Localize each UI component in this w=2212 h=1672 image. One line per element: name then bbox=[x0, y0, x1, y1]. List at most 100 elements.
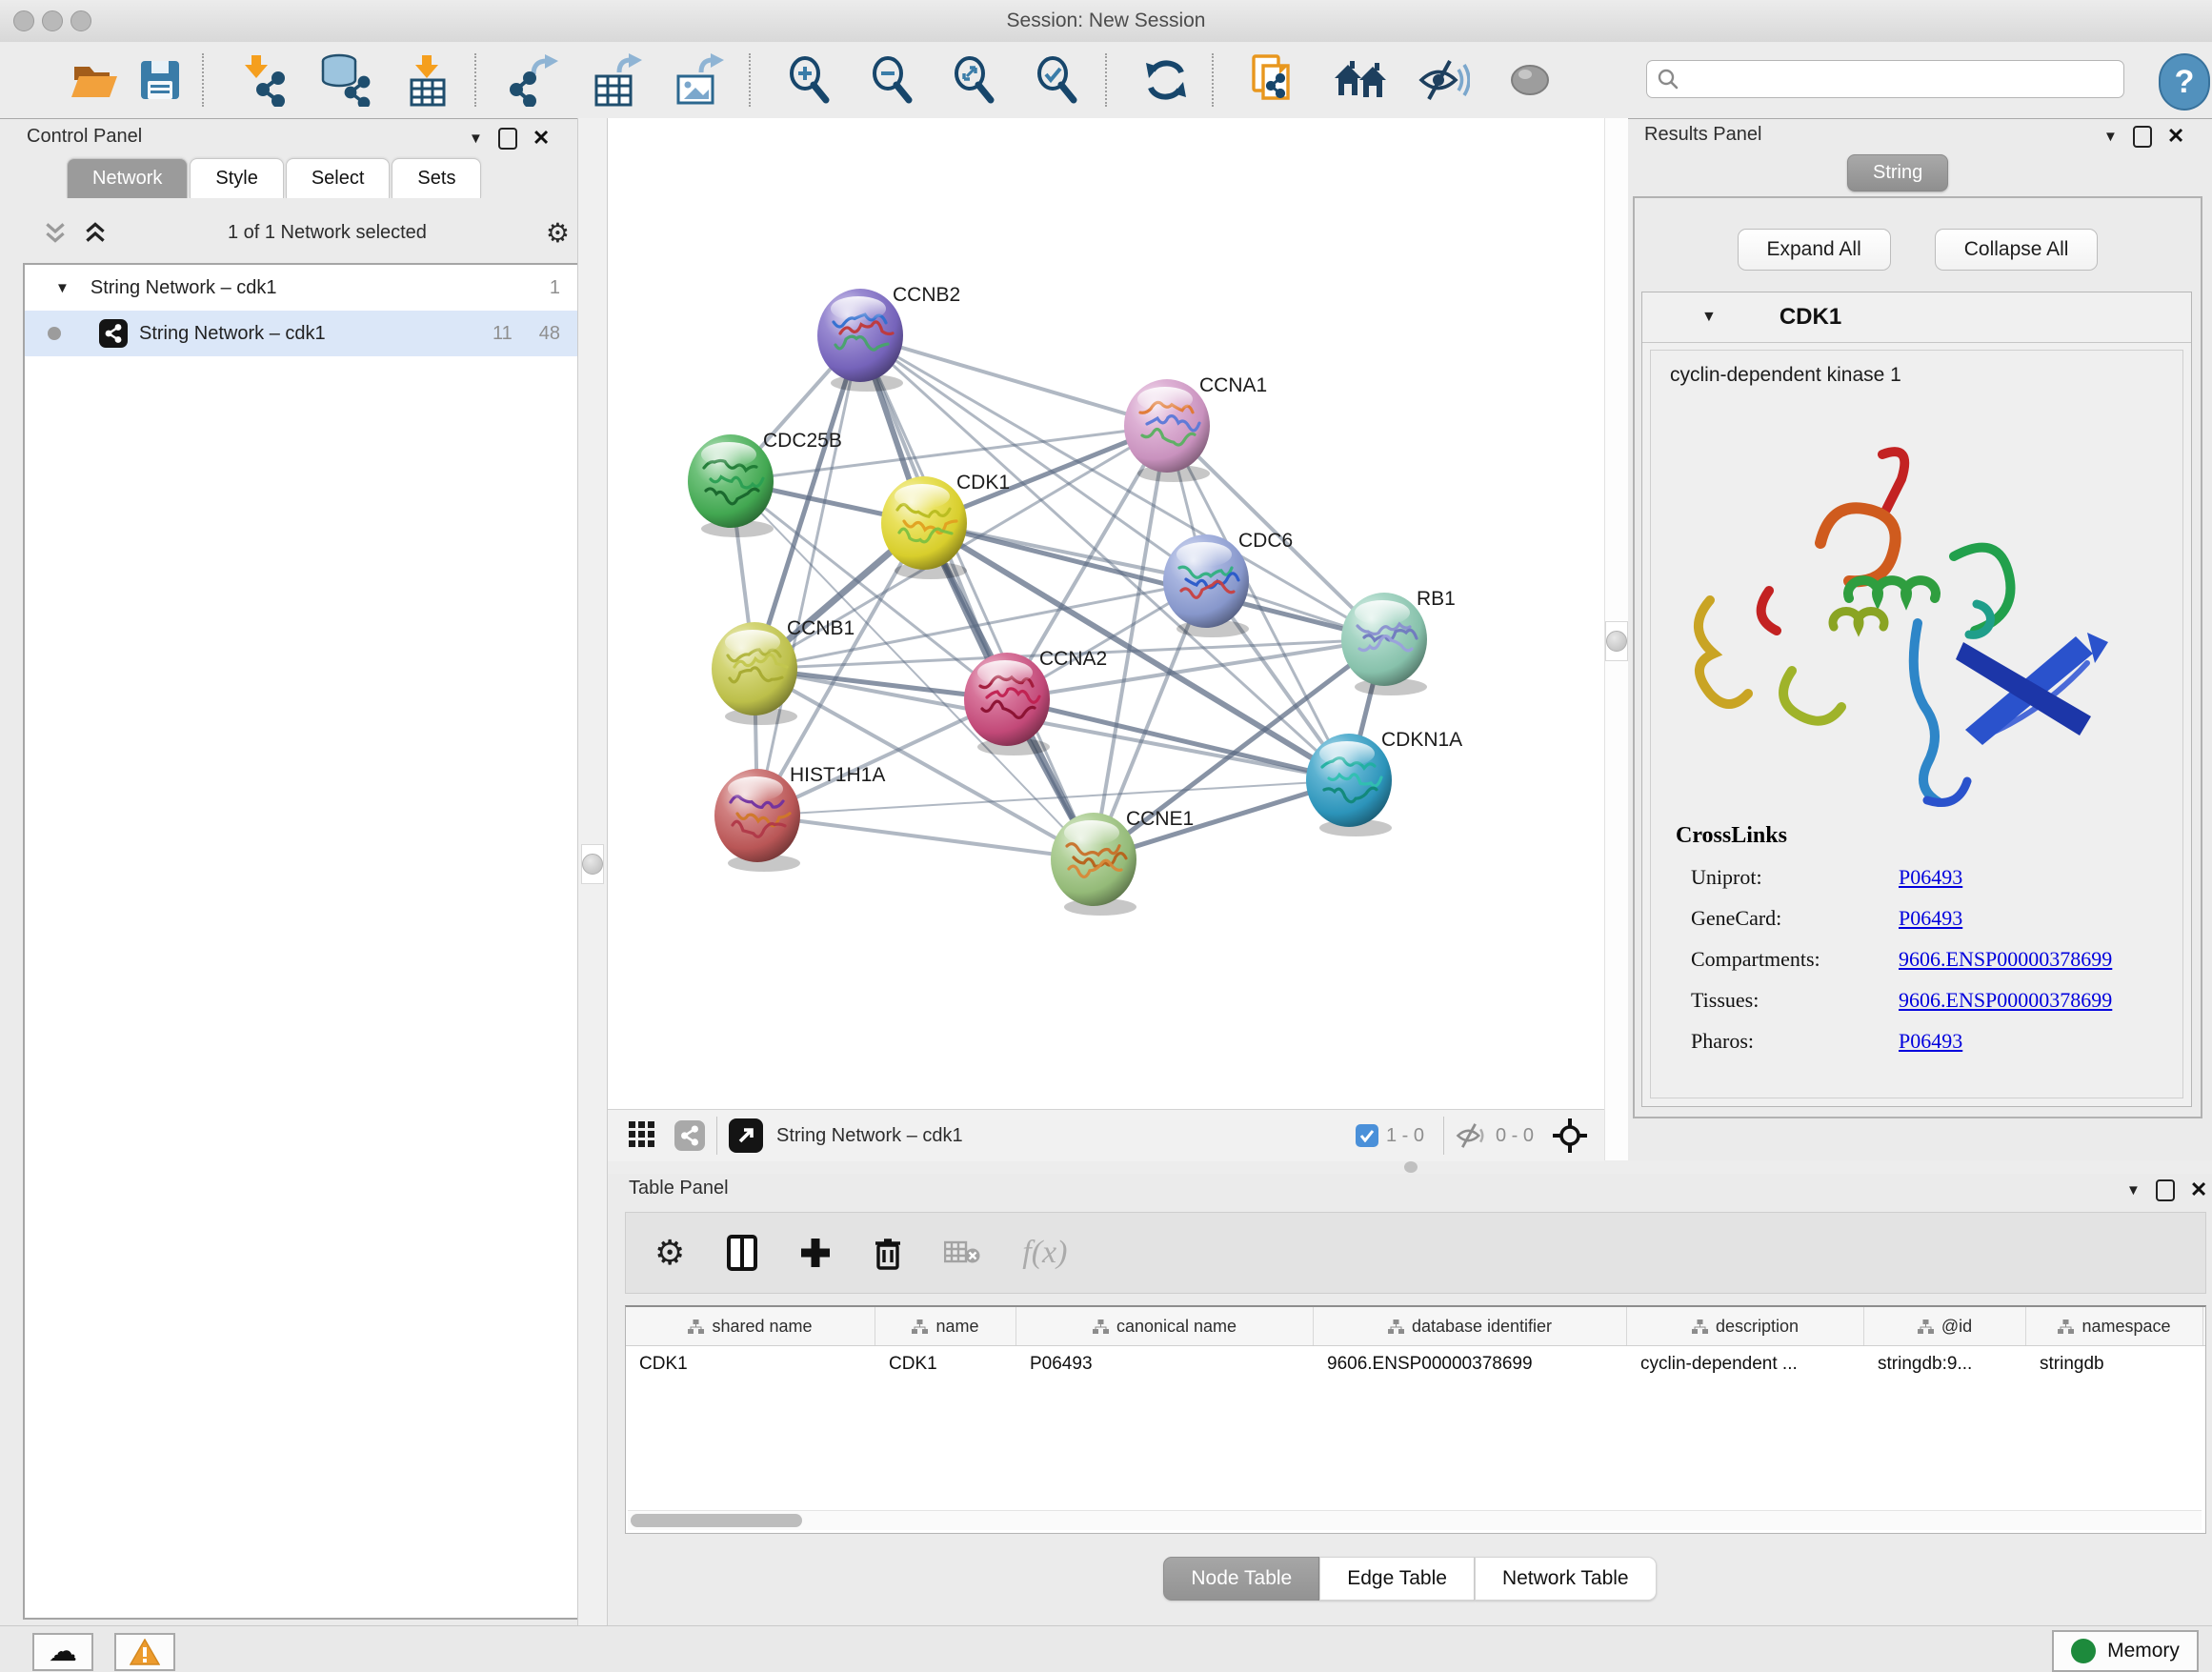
export-table-button[interactable] bbox=[589, 51, 646, 109]
node-CDC25B[interactable]: CDC25B bbox=[688, 430, 842, 537]
column-header--id[interactable]: @id bbox=[1864, 1307, 2026, 1345]
detach-view-icon[interactable] bbox=[729, 1118, 763, 1153]
table-options-gear-icon[interactable]: ⚙ bbox=[654, 1233, 685, 1273]
zoom-fit-button[interactable] bbox=[946, 51, 1003, 109]
expand-all-button[interactable]: Expand All bbox=[1738, 229, 1891, 271]
tab-edge-table[interactable]: Edge Table bbox=[1319, 1557, 1475, 1601]
splitter-handle[interactable] bbox=[581, 844, 604, 884]
panel-collapse-icon[interactable]: ▼ bbox=[469, 131, 483, 147]
tab-network-table[interactable]: Network Table bbox=[1475, 1557, 1657, 1601]
crosslink-link[interactable]: P06493 bbox=[1899, 1029, 1962, 1054]
tree-expand-icon[interactable]: ▼ bbox=[55, 280, 70, 296]
export-network-button[interactable] bbox=[507, 51, 564, 109]
panel-close-icon[interactable]: ✕ bbox=[2190, 1178, 2207, 1202]
node-HIST1H1A[interactable]: HIST1H1A bbox=[714, 764, 885, 872]
open-session-button[interactable] bbox=[67, 51, 124, 109]
selected-checkbox[interactable] bbox=[1356, 1124, 1378, 1147]
table-cell[interactable]: CDK1 bbox=[626, 1346, 875, 1382]
column-header-database-identifier[interactable]: database identifier bbox=[1314, 1307, 1627, 1345]
vertical-splitter-right[interactable] bbox=[1604, 118, 1628, 1160]
network-row-selected[interactable]: String Network – cdk1 11 48 bbox=[25, 311, 581, 356]
grid-view-icon[interactable] bbox=[629, 1121, 657, 1150]
tab-string[interactable]: String bbox=[1847, 154, 1948, 191]
panel-float-icon[interactable] bbox=[2156, 1179, 2175, 1201]
panel-float-icon[interactable] bbox=[2133, 126, 2152, 148]
scrollbar-thumb[interactable] bbox=[631, 1514, 802, 1527]
crosslink-link[interactable]: 9606.ENSP00000378699 bbox=[1899, 947, 2112, 972]
section-collapse-icon[interactable]: ▼ bbox=[1701, 309, 1717, 326]
collapse-all-button[interactable]: Collapse All bbox=[1935, 229, 2099, 271]
panel-collapse-icon[interactable]: ▼ bbox=[2126, 1182, 2141, 1199]
panel-float-icon[interactable] bbox=[498, 128, 517, 150]
node-CDKN1A[interactable]: CDKN1A bbox=[1306, 729, 1462, 836]
table-cell[interactable]: stringdb:9... bbox=[1864, 1346, 2026, 1382]
table-cell[interactable]: CDK1 bbox=[875, 1346, 1016, 1382]
column-header-namespace[interactable]: namespace bbox=[2026, 1307, 2203, 1345]
splitter-handle[interactable] bbox=[1605, 621, 1628, 661]
save-session-button[interactable] bbox=[131, 51, 189, 109]
import-table-file-button[interactable] bbox=[400, 51, 457, 109]
show-columns-icon[interactable] bbox=[727, 1235, 757, 1271]
crosslink-link[interactable]: P06493 bbox=[1899, 865, 1962, 890]
add-column-icon[interactable] bbox=[799, 1237, 832, 1269]
apply-layout-button[interactable] bbox=[1137, 51, 1195, 109]
edge-CCNB2-CCNE1[interactable] bbox=[860, 335, 1094, 859]
panel-close-icon[interactable]: ✕ bbox=[533, 126, 550, 151]
gene-section-header[interactable]: ▼ CDK1 bbox=[1642, 292, 2191, 343]
zoom-selected-button[interactable] bbox=[1029, 51, 1086, 109]
memory-button[interactable]: Memory bbox=[2052, 1630, 2199, 1672]
tab-sets[interactable]: Sets bbox=[392, 158, 481, 198]
table-cell[interactable]: stringdb bbox=[2026, 1346, 2203, 1382]
show-details-button[interactable] bbox=[1501, 51, 1558, 109]
vertical-splitter-left[interactable] bbox=[577, 118, 608, 1625]
delete-column-icon[interactable] bbox=[874, 1236, 902, 1270]
collapse-all-networks-icon[interactable] bbox=[42, 219, 69, 246]
crosslink-link[interactable]: 9606.ENSP00000378699 bbox=[1899, 988, 2112, 1013]
tab-network[interactable]: Network bbox=[67, 158, 188, 198]
table-cell[interactable]: cyclin-dependent ... bbox=[1627, 1346, 1864, 1382]
splitter-handle[interactable] bbox=[1404, 1161, 1418, 1173]
crosslink-link[interactable]: P06493 bbox=[1899, 906, 1962, 931]
node-CCNB1[interactable]: CCNB1 bbox=[712, 617, 855, 725]
expand-all-networks-icon[interactable] bbox=[82, 219, 109, 246]
column-header-name[interactable]: name bbox=[875, 1307, 1016, 1345]
duplicate-network-button[interactable] bbox=[1246, 51, 1303, 109]
search-box[interactable] bbox=[1646, 60, 2124, 98]
warnings-button[interactable] bbox=[114, 1633, 175, 1671]
export-image-button[interactable] bbox=[671, 51, 728, 109]
column-header-canonical-name[interactable]: canonical name bbox=[1016, 1307, 1314, 1345]
import-network-database-button[interactable] bbox=[316, 51, 373, 109]
table-cell[interactable]: 9606.ENSP00000378699 bbox=[1314, 1346, 1627, 1382]
help-button[interactable]: ? bbox=[2159, 53, 2210, 111]
zoom-out-button[interactable] bbox=[864, 51, 921, 109]
tab-node-table[interactable]: Node Table bbox=[1163, 1557, 1319, 1601]
edge-CCNB2-CCNA1[interactable] bbox=[860, 335, 1167, 426]
panel-collapse-icon[interactable]: ▼ bbox=[2103, 129, 2118, 145]
edge-CCNB2-HIST1H1A[interactable] bbox=[757, 335, 860, 816]
import-network-file-button[interactable] bbox=[234, 51, 292, 109]
hidden-eye-icon[interactable] bbox=[1456, 1122, 1488, 1149]
network-options-gear-icon[interactable]: ⚙ bbox=[546, 217, 570, 249]
string-network-graph[interactable]: CCNB2CCNA1CDC25BCDK1CDC6RB1CCNB1CCNA2CDK… bbox=[608, 118, 1604, 1109]
zoom-in-button[interactable] bbox=[781, 51, 838, 109]
node-CCNB2[interactable]: CCNB2 bbox=[817, 284, 960, 392]
network-list-icon[interactable] bbox=[674, 1120, 705, 1151]
horizontal-scrollbar[interactable] bbox=[628, 1510, 2202, 1530]
birds-eye-view-icon[interactable] bbox=[1551, 1117, 1589, 1155]
node-RB1[interactable]: RB1 bbox=[1341, 588, 1456, 695]
column-header-description[interactable]: description bbox=[1627, 1307, 1864, 1345]
table-cell[interactable]: P06493 bbox=[1016, 1346, 1314, 1382]
cloud-status-button[interactable]: ☁ bbox=[32, 1633, 93, 1671]
tab-style[interactable]: Style bbox=[190, 158, 283, 198]
network-collection-row[interactable]: ▼ String Network – cdk1 1 bbox=[25, 265, 581, 311]
table-row[interactable]: CDK1CDK1P064939606.ENSP00000378699cyclin… bbox=[626, 1346, 2205, 1382]
hide-details-button[interactable] bbox=[1416, 51, 1473, 109]
tab-select[interactable]: Select bbox=[286, 158, 391, 198]
node-CDC6[interactable]: CDC6 bbox=[1163, 530, 1293, 637]
first-neighbors-button[interactable] bbox=[1332, 51, 1389, 109]
column-header-shared-name[interactable]: shared name bbox=[626, 1307, 875, 1345]
search-input[interactable] bbox=[1679, 69, 2114, 91]
network-view-canvas[interactable]: CCNB2CCNA1CDC25BCDK1CDC6RB1CCNB1CCNA2CDK… bbox=[608, 118, 1604, 1109]
edge-HIST1H1A-CCNE1[interactable] bbox=[757, 816, 1094, 859]
panel-close-icon[interactable]: ✕ bbox=[2167, 124, 2184, 149]
